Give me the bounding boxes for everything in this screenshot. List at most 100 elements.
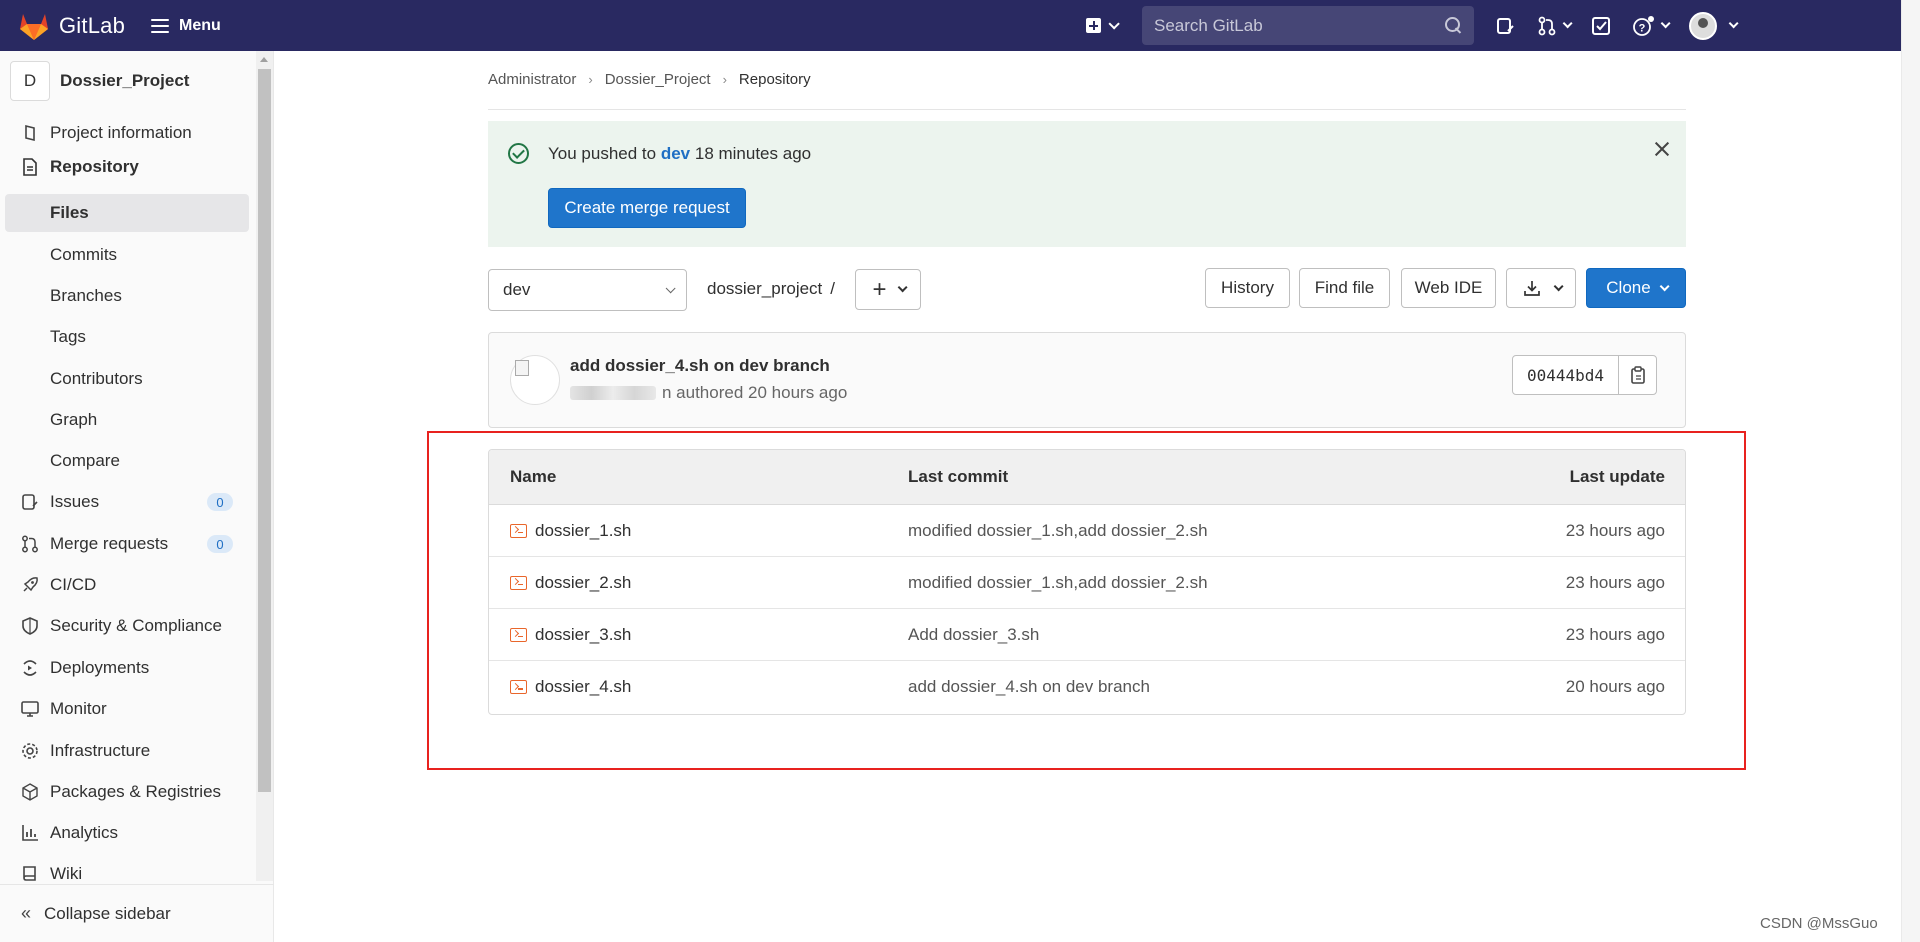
search-icon — [1445, 17, 1462, 34]
sidebar-item-monitor[interactable]: Monitor — [5, 690, 249, 728]
project-avatar: D — [10, 61, 50, 101]
gitlab-logo[interactable]: GitLab — [18, 11, 125, 41]
alert-prefix: You pushed to — [548, 144, 657, 163]
shield-icon — [20, 616, 40, 636]
document-icon — [20, 157, 40, 177]
push-alert-message: You pushed to dev 18 minutes ago — [548, 144, 811, 164]
sidebar-item-label: Packages & Registries — [50, 782, 222, 801]
find-file-button[interactable]: Find file — [1299, 268, 1390, 308]
sidebar-item-label: Tags — [50, 327, 86, 346]
sidebar-item-tags[interactable]: Tags — [5, 318, 249, 356]
commit-author-avatar[interactable] — [510, 355, 560, 405]
sidebar-item-issues[interactable]: Issues 0 — [5, 483, 249, 521]
chart-icon — [20, 823, 40, 843]
sidebar-item-label: Issues — [50, 492, 100, 511]
plus-icon: + — [872, 275, 887, 303]
collapse-sidebar-label: Collapse sidebar — [44, 903, 171, 923]
sidebar-item-files[interactable]: Files — [5, 194, 249, 232]
scroll-up-arrow-icon[interactable] — [260, 57, 268, 62]
breadcrumb-divider — [488, 109, 1686, 110]
double-chevron-left-icon: « — [21, 903, 32, 923]
annotation-highlight-box — [427, 431, 1746, 770]
sidebar-item-ci-cd[interactable]: CI/CD — [5, 566, 249, 604]
clone-label: Clone — [1606, 278, 1651, 297]
sidebar-item-label: Analytics — [50, 823, 119, 842]
brand-name: GitLab — [59, 12, 126, 38]
download-dropdown[interactable] — [1506, 268, 1576, 308]
sidebar-item-label: Security & Compliance — [50, 616, 222, 635]
branch-selector-value: dev — [503, 280, 531, 299]
sidebar-item-label: Project information — [50, 123, 192, 142]
chevron-down-icon — [665, 282, 676, 293]
chevron-down-icon — [1562, 18, 1573, 29]
sidebar-item-compare[interactable]: Compare — [5, 442, 249, 480]
breadcrumb-item[interactable]: Dossier_Project — [605, 71, 711, 88]
sidebar-item-branches[interactable]: Branches — [5, 277, 249, 315]
copy-sha-button[interactable] — [1619, 356, 1656, 394]
sidebar-item-label: Graph — [50, 410, 98, 429]
user-menu[interactable] — [1689, 11, 1739, 40]
sidebar-item-commits[interactable]: Commits — [5, 236, 249, 274]
commit-sha-group: 00444bd4 — [1512, 355, 1658, 395]
commit-time: 20 hours ago — [748, 383, 848, 402]
sidebar-item-graph[interactable]: Graph — [5, 401, 249, 439]
new-item-dropdown[interactable] — [1086, 17, 1120, 33]
help-nav-icon[interactable]: ? — [1633, 15, 1671, 36]
sidebar-item-packages-registries[interactable]: Packages & Registries — [5, 773, 249, 811]
merge-requests-nav-icon[interactable] — [1537, 16, 1573, 36]
sidebar-item-infrastructure[interactable]: Infrastructure — [5, 732, 249, 770]
menu-button[interactable]: Menu — [151, 17, 221, 35]
chevron-down-icon — [897, 282, 908, 293]
download-icon — [1523, 281, 1540, 296]
commit-sha-button[interactable]: 00444bd4 — [1513, 356, 1620, 394]
page-scrollbar[interactable] — [1901, 0, 1920, 942]
sidebar-scroll-thumb[interactable] — [258, 69, 271, 792]
web-ide-button[interactable]: Web IDE — [1401, 268, 1496, 308]
chevron-down-icon — [1728, 18, 1739, 29]
sidebar-project-header[interactable]: D Dossier_Project — [10, 61, 189, 101]
sidebar-item-security-compliance[interactable]: Security & Compliance — [5, 607, 249, 645]
alert-branch-link[interactable]: dev — [661, 144, 690, 163]
sidebar-item-label: Merge requests — [50, 534, 169, 553]
project-sidebar: D Dossier_Project Project information Re… — [0, 51, 274, 942]
alert-suffix: 18 minutes ago — [694, 144, 812, 163]
avatar — [1689, 11, 1717, 40]
collapse-sidebar-button[interactable]: « Collapse sidebar — [0, 884, 274, 942]
top-navbar: GitLab Menu Search GitLab ? — [0, 0, 1901, 51]
sidebar-item-merge-requests[interactable]: Merge requests 0 — [5, 525, 249, 563]
commit-title-link[interactable]: add dossier_4.sh on dev branch — [570, 356, 830, 376]
gitlab-fox-icon — [20, 13, 48, 40]
last-commit-panel: add dossier_4.sh on dev branch n authore… — [488, 332, 1686, 428]
add-to-tree-dropdown[interactable]: + — [855, 269, 921, 310]
chevron-down-icon — [1660, 18, 1671, 29]
breadcrumb-current[interactable]: Repository — [739, 71, 811, 88]
cloud-gear-icon — [20, 741, 40, 761]
sidebar-item-label: CI/CD — [50, 575, 97, 594]
monitor-icon — [20, 699, 40, 719]
issues-nav-icon[interactable] — [1495, 16, 1515, 36]
history-button[interactable]: History — [1205, 268, 1290, 308]
watermark: CSDN @MssGuo — [1760, 915, 1878, 932]
sidebar-item-label: Files — [50, 203, 89, 222]
sidebar-item-deployments[interactable]: Deployments — [5, 649, 249, 687]
sidebar-item-project-information[interactable]: Project information — [5, 114, 249, 152]
repository-root-link[interactable]: dossier_project — [707, 279, 822, 298]
breadcrumb-item[interactable]: Administrator — [488, 71, 576, 88]
project-name: Dossier_Project — [60, 71, 190, 90]
sidebar-item-contributors[interactable]: Contributors — [5, 360, 249, 398]
sidebar-item-analytics[interactable]: Analytics — [5, 814, 249, 852]
sidebar-item-label: Contributors — [50, 369, 143, 388]
search-input[interactable]: Search GitLab — [1142, 6, 1474, 45]
chevron-down-icon — [1659, 280, 1670, 291]
branch-selector[interactable]: dev — [488, 269, 687, 311]
close-icon[interactable] — [1654, 141, 1670, 157]
sidebar-item-label: Compare — [50, 451, 120, 470]
blurred-author-name — [570, 386, 656, 400]
search-placeholder: Search GitLab — [1154, 15, 1263, 35]
sidebar-scrollbar[interactable] — [256, 51, 273, 881]
sidebar-item-label: Branches — [50, 286, 122, 305]
create-merge-request-button[interactable]: Create merge request — [548, 188, 746, 228]
sidebar-item-repository[interactable]: Repository — [5, 148, 249, 186]
clone-dropdown[interactable]: Clone — [1586, 268, 1686, 308]
todos-nav-icon[interactable] — [1591, 16, 1611, 36]
